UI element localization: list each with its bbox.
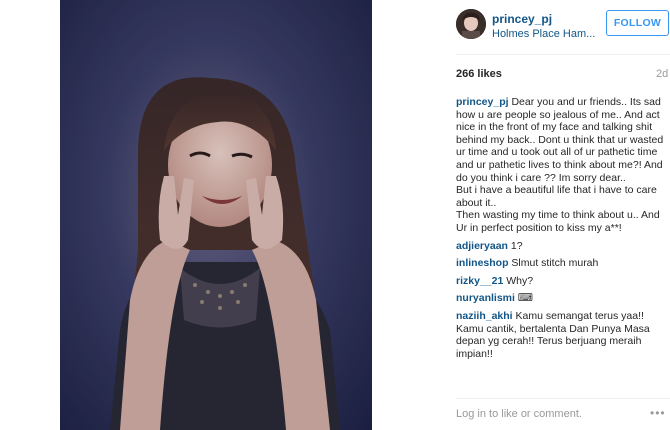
photo-illustration — [60, 0, 372, 430]
comment-text: 1? — [510, 239, 523, 252]
comment-username[interactable]: rizky__21 — [456, 275, 503, 287]
comment-username[interactable]: inlineshop — [456, 257, 509, 269]
login-prompt[interactable]: Log in to like or comment. — [456, 408, 582, 420]
post-username[interactable]: princey_pj — [492, 12, 552, 26]
footer-divider — [456, 398, 670, 399]
post-header: princey_pj Holmes Place Ham... FOLLOW — [444, 6, 670, 44]
list-item: inlineshop Slmut stitch murah — [456, 257, 670, 270]
comment-username[interactable]: naziih_akhi — [456, 310, 513, 322]
list-item: naziih_akhi Kamu semangat terus yaa!! Ka… — [456, 310, 670, 360]
comment-text: Slmut stitch murah — [511, 257, 599, 270]
comment-text: Why? — [506, 274, 534, 287]
post-photo[interactable] — [60, 0, 372, 430]
list-item: nuryanlismi ⌨ — [456, 292, 670, 305]
caption: princey_pj Dear you and ur friends.. Its… — [456, 96, 670, 235]
post-time[interactable]: 2d — [656, 68, 668, 80]
caption-text: Dear you and ur friends.. Its sad how u … — [456, 96, 664, 234]
comment-username[interactable]: nuryanlismi — [456, 292, 515, 304]
ellipsis-icon[interactable]: ••• — [650, 406, 666, 420]
post-sidebar: princey_pj Holmes Place Ham... FOLLOW 26… — [444, 0, 670, 430]
keyboard-icon: ⌨ — [517, 292, 534, 305]
header-divider — [456, 54, 670, 55]
comment-username[interactable]: adjieryaan — [456, 240, 508, 252]
avatar-image — [456, 9, 486, 39]
likes-count[interactable]: 266 likes — [456, 68, 502, 80]
post-location[interactable]: Holmes Place Ham... — [492, 28, 595, 40]
avatar[interactable] — [456, 9, 486, 39]
list-item: rizky__21 Why? — [456, 275, 670, 288]
comments-list: princey_pj Dear you and ur friends.. Its… — [456, 96, 670, 365]
caption-username[interactable]: princey_pj — [456, 96, 509, 108]
follow-button[interactable]: FOLLOW — [606, 10, 669, 36]
list-item: adjieryaan 1? — [456, 240, 670, 253]
